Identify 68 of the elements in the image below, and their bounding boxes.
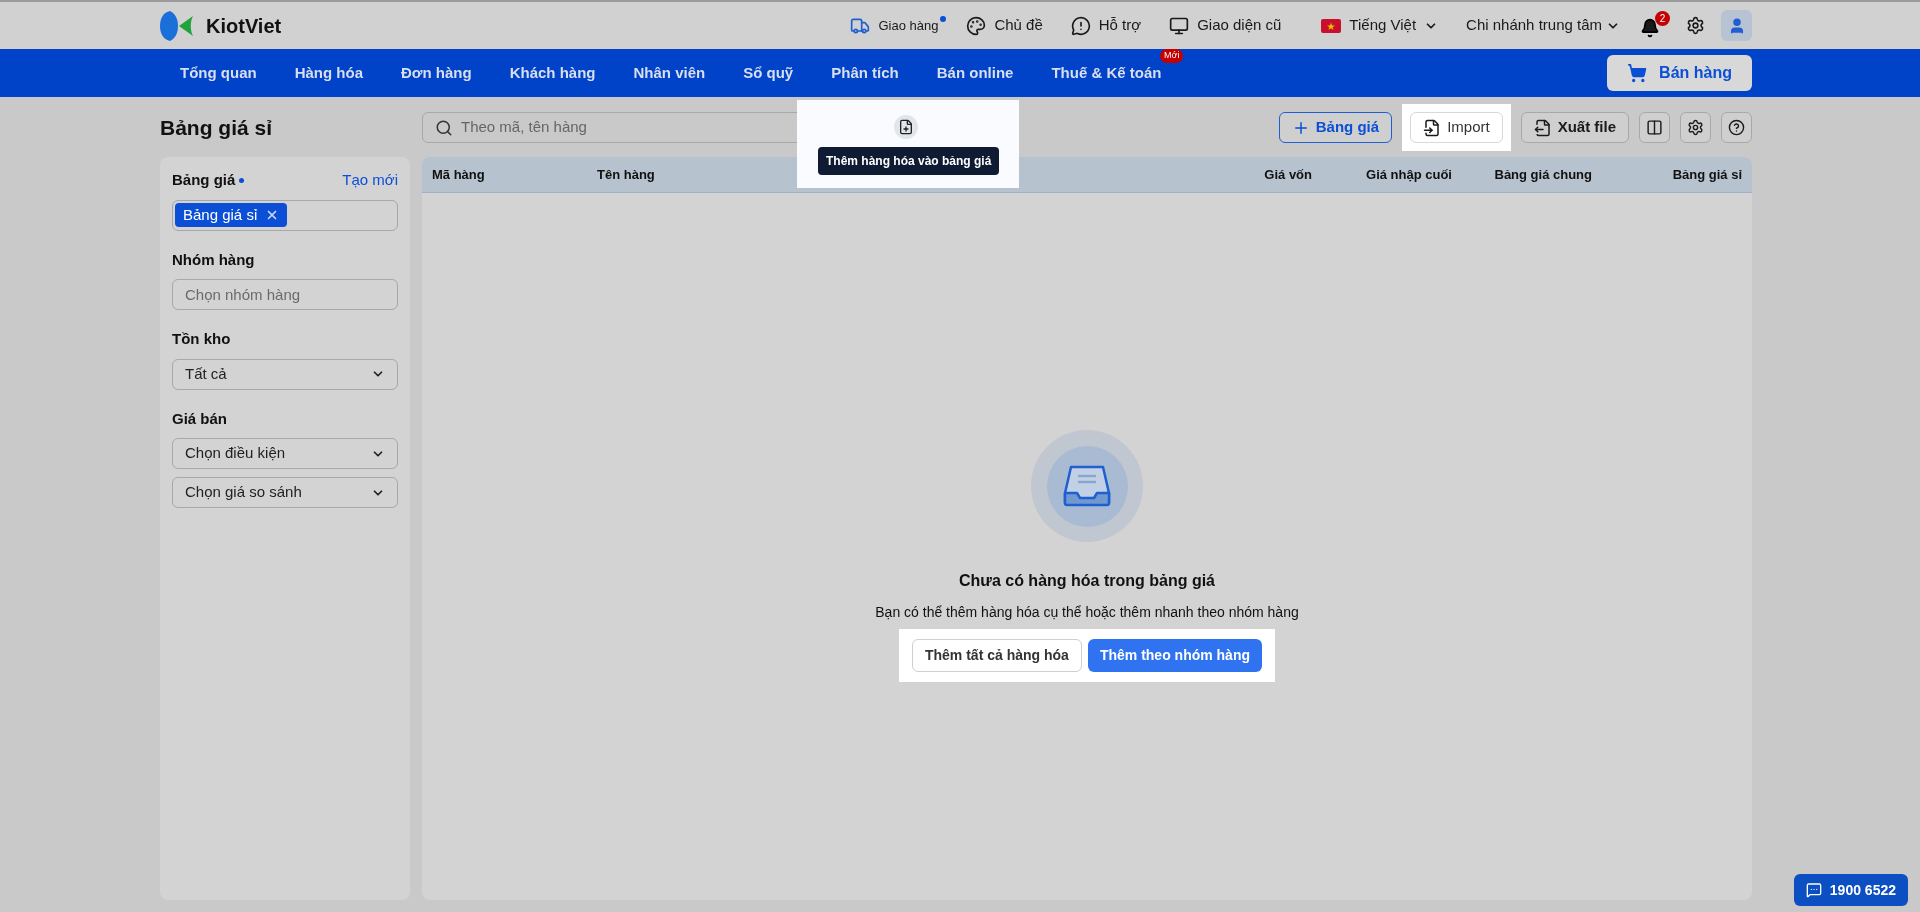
select-field[interactable]: Chọn điều kiện <box>172 438 398 469</box>
bell-icon <box>1640 17 1660 38</box>
top-link[interactable]: Giao diện cũ <box>1169 14 1282 37</box>
file-plus-icon <box>898 119 914 135</box>
flag-icon <box>1321 18 1342 33</box>
select-field[interactable]: Chọn giá so sánh <box>172 477 398 508</box>
settings-icon[interactable] <box>1686 16 1705 35</box>
hotline-button[interactable]: 1900 6522 <box>1793 874 1908 906</box>
cart-icon <box>1627 63 1648 83</box>
filter-title: Tồn kho <box>172 329 231 349</box>
nav-item[interactable]: Tổng quan <box>180 64 257 81</box>
top-link[interactable]: Giao hàng <box>850 15 939 36</box>
column-header: Bảng giá sỉ <box>1671 165 1742 184</box>
palette-icon <box>966 15 987 36</box>
file-export-icon <box>1533 118 1552 137</box>
empty-message: Bạn có thể thêm hàng hóa cụ thể hoặc thêm nhanh theo nhóm hàng <box>875 603 1299 622</box>
icon-button[interactable] <box>1721 112 1752 143</box>
nav-item[interactable]: Nhân viên <box>633 64 706 81</box>
column-header: Bảng giá chung <box>1493 165 1592 184</box>
create-link[interactable]: Tạo mới <box>342 169 398 192</box>
icon-button[interactable] <box>1639 112 1670 143</box>
language-selector[interactable]: Tiếng Việt <box>1321 14 1439 37</box>
page-title: Bảng giá sỉ <box>160 114 274 141</box>
toolbar-button[interactable]: Xuất file <box>1520 112 1629 143</box>
toolbar-button[interactable]: Import <box>1410 112 1503 143</box>
filter-title: Bảng giá <box>172 169 245 192</box>
nav-item[interactable]: Hàng hóa <box>294 64 363 81</box>
add-products-button[interactable]: Thêm tất cả hàng hóa <box>912 639 1082 672</box>
columns-icon <box>1646 119 1663 136</box>
branch-selector[interactable]: Chi nhánh trung tâm <box>1466 14 1620 37</box>
column-header: Tên hàng <box>597 165 656 184</box>
notification-count: 2 <box>1655 10 1670 26</box>
column-header: Giá nhập cuối <box>1365 165 1452 184</box>
tooltip: Thêm hàng hóa vào bảng giá <box>818 147 1000 175</box>
nav-item[interactable]: Bán online <box>936 64 1014 81</box>
add-item-button[interactable] <box>894 115 918 139</box>
filter-title: Giá bán <box>172 408 227 429</box>
price-list-tag: Bảng giá sỉ <box>175 203 288 227</box>
notification-button[interactable]: 2 <box>1640 10 1670 41</box>
nav-item[interactable]: Đơn hàng <box>401 64 472 81</box>
logo-text: KiotViet <box>206 13 282 39</box>
toolbar-button[interactable]: Bảng giá <box>1278 112 1393 143</box>
chat-icon <box>1805 882 1822 898</box>
column-header: Giá vốn <box>1263 165 1312 184</box>
nav-item[interactable]: Phân tích <box>831 64 899 81</box>
speech-bubble-icon <box>1070 15 1091 36</box>
file-import-icon <box>1423 118 1442 137</box>
sell-button[interactable]: Bán hàng <box>1607 55 1752 91</box>
top-link[interactable]: Hỗ trợ <box>1070 14 1142 37</box>
add-products-button[interactable]: Thêm theo nhóm hàng <box>1087 639 1262 672</box>
nav-item[interactable]: Thuế & Kế toán <box>1051 64 1162 81</box>
top-link[interactable]: Chủ đề <box>966 14 1043 37</box>
icon-button[interactable] <box>1680 112 1711 143</box>
search-icon <box>435 118 453 137</box>
logo-icon <box>160 9 194 42</box>
new-badge: Mới <box>1160 49 1184 63</box>
select-field[interactable]: Tất cả <box>172 358 398 390</box>
help-icon <box>1728 119 1745 136</box>
monitor-icon <box>1169 15 1190 36</box>
empty-title: Chưa có hàng hóa trong bảng giá <box>959 571 1215 591</box>
settings-icon <box>1687 119 1704 136</box>
nav-item[interactable]: Khách hàng <box>509 64 596 81</box>
filter-title: Nhóm hàng <box>172 249 255 270</box>
nav-item[interactable]: Sổ quỹ <box>743 64 794 81</box>
column-header: Mã hàng <box>432 165 486 184</box>
group-input[interactable]: Chọn nhóm hàng <box>172 279 398 310</box>
avatar-button[interactable] <box>1721 10 1752 41</box>
tag-field[interactable]: Bảng giá sỉ <box>172 199 398 231</box>
